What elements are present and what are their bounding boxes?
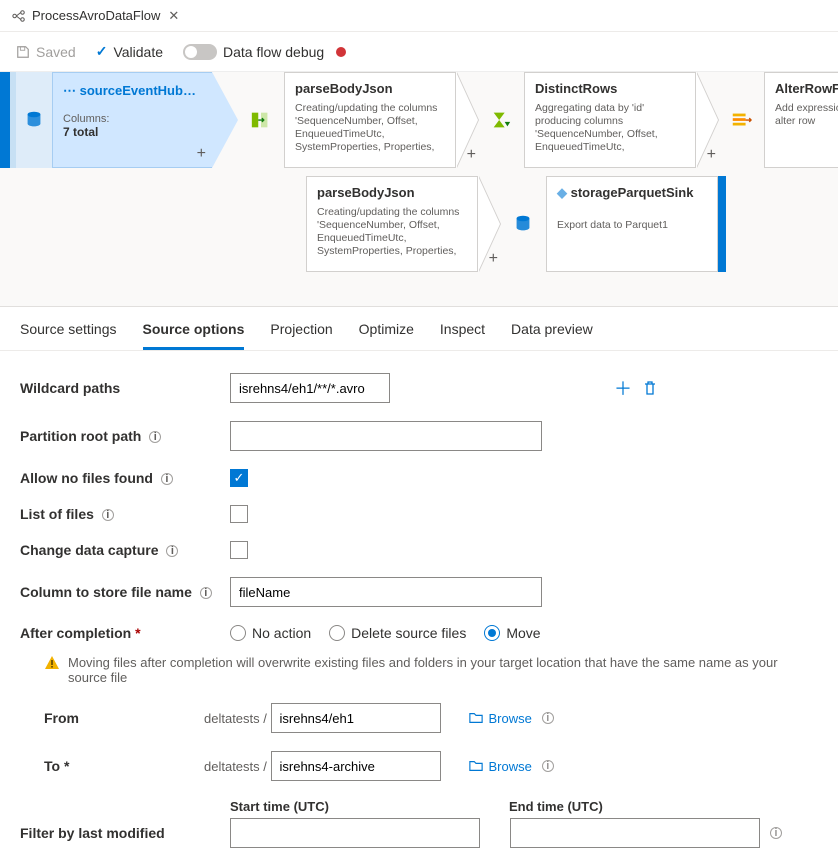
label-from: From [44,710,204,726]
after-completion-radio-move[interactable]: Move [484,625,540,641]
status-dot-icon [336,47,346,57]
info-icon[interactable]: i [161,473,173,485]
toggle-switch-icon[interactable] [183,44,217,60]
to-path-input[interactable] [271,751,441,781]
debug-toggle[interactable]: Data flow debug [183,44,346,60]
tab-optimize[interactable]: Optimize [359,321,414,350]
validate-button[interactable]: ✓ Validate [96,43,163,60]
dataflow-icon [12,9,26,23]
sink-name: storageParquetSink [571,185,694,200]
after-completion-radio-delete-source-files[interactable]: Delete source files [329,625,466,641]
source-name: sourceEventHubsCap... [80,83,202,98]
save-icon [16,45,30,59]
check-icon: ✓ [96,43,108,60]
label-start-time: Start time (UTC) [230,799,329,814]
column-store-filename-input[interactable] [230,577,542,607]
tab-projection[interactable]: Projection [270,321,332,350]
partition-root-input[interactable] [230,421,542,451]
tab-title: ProcessAvroDataFlow [32,8,160,23]
info-icon[interactable]: i [149,431,161,443]
add-step-icon[interactable]: + [467,146,476,164]
folder-icon [469,759,483,773]
add-step-icon[interactable]: + [197,145,206,163]
browse-to-button[interactable]: Browse [469,759,532,774]
info-icon[interactable]: i [200,587,212,599]
aggregate-icon [478,72,524,168]
label-after-completion: After completion * [20,625,230,641]
label-list-of-files: List of files i [20,506,230,522]
cdc-checkbox[interactable] [230,541,248,559]
to-base: deltatests / [204,759,271,774]
transform-node-parse[interactable]: parseBodyJson Creating/updating the colu… [238,72,478,168]
tab-inspect[interactable]: Inspect [440,321,485,350]
add-step-icon[interactable]: + [489,250,498,268]
from-path-input[interactable] [271,703,441,733]
info-icon[interactable]: i [770,827,782,839]
label-to: To * [44,758,204,774]
source-node[interactable]: ⋯ sourceEventHubsCap... Columns: 7 total… [0,72,238,168]
transform-node-parse-2[interactable]: parseBodyJson Creating/updating the colu… [260,176,500,272]
warning-icon [44,655,60,671]
tab-source-settings[interactable]: Source settings [20,321,117,350]
allow-no-files-checkbox[interactable]: ✓ [230,469,248,487]
tab-source-options[interactable]: Source options [143,321,245,350]
label-filter: Filter by last modified [20,825,230,841]
info-icon[interactable]: i [102,509,114,521]
label-wildcard: Wildcard paths [20,380,230,396]
label-cdc: Change data capture i [20,542,230,558]
label-end-time: End time (UTC) [509,799,603,814]
saved-indicator: Saved [16,44,76,60]
info-icon[interactable]: i [542,760,554,772]
database-icon [16,72,52,168]
info-icon[interactable]: i [166,545,178,557]
from-base: deltatests / [204,711,271,726]
add-wildcard-icon[interactable]: ＋ [614,375,632,401]
label-partition: Partition root path i [20,428,230,444]
end-time-input[interactable] [510,818,760,848]
close-tab-icon[interactable]: ✕ [168,8,179,24]
dataflow-canvas[interactable]: ⋯ sourceEventHubsCap... Columns: 7 total… [0,72,838,307]
wildcard-path-input[interactable] [230,373,390,403]
warning-text: Moving files after completion will overw… [68,655,818,685]
transform-node-alterrow[interactable]: AlterRowForUpsert Add expressions to alt… [718,72,838,168]
label-col-store: Column to store file name i [20,584,230,600]
after-completion-radio-no-action[interactable]: No action [230,625,311,641]
label-allow-no-files: Allow no files found i [20,470,230,486]
transform-node-distinct[interactable]: DistinctRows Aggregating data by 'id' pr… [478,72,718,168]
browse-from-button[interactable]: Browse [469,711,532,726]
add-step-icon[interactable]: + [707,146,716,164]
derived-column-icon [238,72,284,168]
sink-node[interactable]: ◆ storageParquetSink Export data to Parq… [500,176,726,272]
delete-wildcard-icon[interactable] [642,380,658,396]
info-icon[interactable]: i [542,712,554,724]
list-of-files-checkbox[interactable] [230,505,248,523]
folder-icon [469,711,483,725]
alter-row-icon [718,72,764,168]
tab-data-preview[interactable]: Data preview [511,321,593,350]
sink-icon [500,176,546,272]
start-time-input[interactable] [230,818,480,848]
